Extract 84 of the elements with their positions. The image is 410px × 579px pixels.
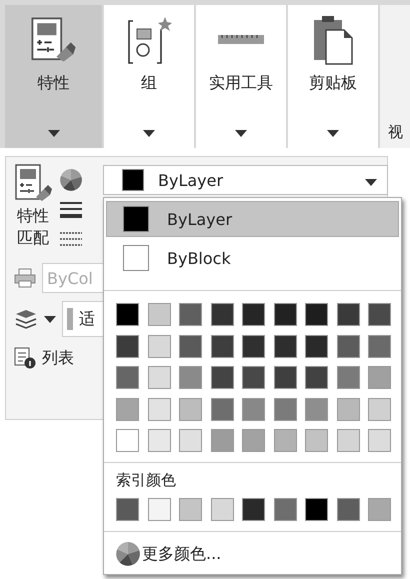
color-swatch[interactable] bbox=[148, 498, 170, 521]
ribbon-panel-button[interactable]: 剪贴板 bbox=[288, 5, 378, 148]
ruler-icon bbox=[217, 33, 266, 47]
printer-icon bbox=[14, 268, 36, 288]
color-swatch[interactable] bbox=[210, 303, 234, 326]
color-swatch[interactable] bbox=[116, 429, 139, 452]
color-swatch[interactable] bbox=[148, 366, 170, 389]
color-swatch[interactable] bbox=[242, 366, 265, 389]
color-swatch[interactable] bbox=[336, 429, 360, 452]
color-swatch[interactable] bbox=[368, 398, 391, 420]
color-swatch[interactable] bbox=[116, 398, 139, 420]
color-swatch[interactable] bbox=[305, 334, 328, 358]
color-swatch[interactable] bbox=[274, 398, 296, 420]
color-swatch[interactable] bbox=[148, 429, 170, 452]
color-swatch[interactable] bbox=[305, 398, 328, 420]
dropdown-caret-icon bbox=[365, 178, 377, 186]
color-wheel-icon bbox=[116, 542, 140, 566]
color-wheel-icon bbox=[60, 169, 82, 191]
ribbon-panel-button[interactable]: 特性 bbox=[5, 5, 102, 148]
properties-brush-icon bbox=[30, 16, 78, 64]
color-swatch[interactable] bbox=[210, 429, 234, 452]
color-swatch[interactable] bbox=[368, 429, 391, 452]
color-swatch[interactable] bbox=[179, 334, 202, 358]
color-swatch[interactable] bbox=[179, 366, 202, 389]
ribbon-panel-button[interactable]: 实用工具 bbox=[196, 5, 286, 148]
color-swatch[interactable] bbox=[179, 303, 202, 326]
color-swatch[interactable] bbox=[210, 398, 234, 420]
color-swatch[interactable] bbox=[179, 498, 202, 521]
color-swatch[interactable] bbox=[336, 366, 360, 389]
properties-brush-icon bbox=[14, 163, 54, 203]
color-swatch[interactable] bbox=[210, 334, 234, 358]
color-swatch[interactable] bbox=[179, 429, 202, 452]
color-swatch[interactable] bbox=[179, 398, 202, 420]
color-swatch[interactable] bbox=[116, 334, 139, 358]
color-swatch[interactable] bbox=[116, 498, 139, 521]
color-swatch[interactable] bbox=[368, 334, 391, 358]
layers-icon bbox=[14, 308, 38, 330]
more-colors-item[interactable]: 更多颜色... bbox=[104, 532, 401, 566]
color-swatch[interactable] bbox=[336, 334, 360, 358]
color-swatch[interactable] bbox=[242, 498, 265, 521]
color-swatch[interactable] bbox=[305, 429, 328, 452]
color-option[interactable]: ByLayer bbox=[106, 201, 399, 237]
ribbon-panel-button[interactable]: 组 bbox=[104, 5, 194, 148]
color-swatch[interactable] bbox=[368, 303, 391, 326]
panel-label: 视 bbox=[388, 123, 404, 142]
list-button[interactable]: 列表 bbox=[42, 348, 74, 368]
layers-caret-icon bbox=[44, 316, 56, 322]
color-swatch[interactable] bbox=[336, 303, 360, 326]
color-swatch[interactable] bbox=[274, 498, 296, 521]
linetype-icon bbox=[60, 231, 82, 249]
lineweight-icon bbox=[60, 201, 82, 221]
color-option[interactable]: ByBlock bbox=[106, 240, 399, 276]
color-swatch[interactable] bbox=[148, 398, 170, 420]
color-swatch[interactable] bbox=[242, 429, 265, 452]
caret-icon bbox=[143, 130, 156, 137]
color-swatch[interactable] bbox=[116, 303, 139, 326]
caret-icon bbox=[327, 130, 340, 137]
color-swatch[interactable] bbox=[274, 429, 296, 452]
color-swatch[interactable] bbox=[274, 366, 296, 389]
caret-icon bbox=[48, 130, 60, 137]
color-swatch[interactable] bbox=[274, 334, 296, 358]
caret-icon bbox=[235, 130, 248, 137]
color-dropdown[interactable]: ByLayer bbox=[103, 165, 388, 195]
color-swatch[interactable] bbox=[242, 334, 265, 358]
color-swatch[interactable] bbox=[274, 303, 296, 326]
color-swatch[interactable] bbox=[210, 498, 234, 521]
color-swatch[interactable] bbox=[116, 366, 139, 389]
match-properties-label[interactable]: 特性匹配 bbox=[17, 205, 51, 248]
color-swatch[interactable] bbox=[148, 334, 170, 358]
clipboard-icon bbox=[312, 14, 354, 66]
color-swatch[interactable] bbox=[305, 366, 328, 389]
group-icon bbox=[125, 15, 174, 65]
color-swatch[interactable] bbox=[368, 498, 391, 521]
color-swatch[interactable] bbox=[242, 398, 265, 420]
color-swatch[interactable] bbox=[148, 303, 170, 326]
color-swatch[interactable] bbox=[336, 398, 360, 420]
color-swatch[interactable] bbox=[368, 366, 391, 389]
index-color-heading: 索引颜色 bbox=[115, 470, 177, 490]
color-swatch[interactable] bbox=[305, 303, 328, 326]
color-swatch[interactable] bbox=[305, 498, 328, 521]
color-swatch[interactable] bbox=[210, 366, 234, 389]
list-info-icon bbox=[14, 347, 36, 369]
color-swatch[interactable] bbox=[336, 498, 360, 521]
color-swatch[interactable] bbox=[242, 303, 265, 326]
